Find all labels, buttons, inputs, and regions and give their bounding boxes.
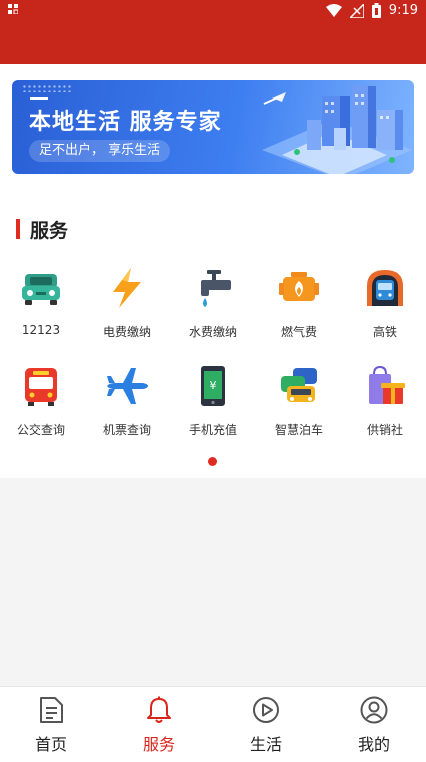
water-tap-icon bbox=[201, 270, 231, 307]
service-label: 智慧泊车 bbox=[274, 423, 323, 437]
shopping-gift-icon bbox=[369, 365, 405, 404]
section-title: 服务 bbox=[30, 219, 69, 242]
tab-label: 首页 bbox=[34, 735, 67, 754]
section-marker bbox=[16, 219, 20, 239]
tab-services[interactable]: 服务 bbox=[119, 695, 199, 755]
service-item-supply-coop[interactable]: 供销社 bbox=[342, 364, 426, 438]
airplane-icon bbox=[107, 368, 148, 404]
notification-icon bbox=[8, 4, 19, 17]
lightning-icon bbox=[113, 268, 141, 308]
status-bar: 9:19 bbox=[0, 0, 426, 64]
service-item-electricity[interactable]: 电费缴纳 bbox=[84, 266, 170, 340]
bell-icon bbox=[147, 696, 171, 723]
service-item-12123[interactable]: 12123 bbox=[0, 266, 84, 337]
tab-label: 生活 bbox=[249, 735, 282, 754]
train-icon bbox=[367, 270, 403, 306]
banner-accent-bar bbox=[30, 97, 48, 100]
gas-engine-icon bbox=[279, 272, 319, 301]
banner-subtitle: 足不出户， 享乐生活 bbox=[29, 140, 171, 162]
service-item-gas[interactable]: 燃气费 bbox=[256, 266, 342, 340]
service-item-smart-parking[interactable]: 智慧泊车 bbox=[256, 364, 342, 438]
service-item-bus[interactable]: 公交查询 bbox=[0, 364, 84, 438]
service-label: 燃气费 bbox=[280, 325, 317, 339]
service-label: 机票查询 bbox=[102, 423, 151, 437]
service-label: 高铁 bbox=[372, 325, 397, 339]
service-label: 供销社 bbox=[366, 423, 403, 437]
phone-recharge-icon: ¥ bbox=[201, 366, 225, 406]
document-icon bbox=[40, 697, 63, 723]
section-header: 服务 bbox=[16, 218, 69, 242]
wifi-icon bbox=[325, 4, 342, 17]
service-label: 手机充值 bbox=[188, 423, 237, 437]
banner-dots-decoration bbox=[22, 84, 72, 92]
tab-label: 我的 bbox=[357, 735, 390, 754]
tab-label: 服务 bbox=[142, 735, 175, 754]
bottom-tab-bar: 首页 服务 生活 我的 bbox=[0, 686, 426, 762]
play-circle-icon bbox=[253, 697, 279, 723]
service-panel: 本地生活 服务专家 足不出户， 享乐生活 服务 12123 电费缴纳 水费缴纳 … bbox=[0, 64, 426, 478]
service-label: 公交查询 bbox=[16, 423, 65, 437]
carousel-page-indicator[interactable] bbox=[208, 457, 217, 466]
battery-icon bbox=[371, 3, 381, 18]
service-item-phone-recharge[interactable]: ¥ 手机充值 bbox=[170, 364, 256, 438]
service-item-train[interactable]: 高铁 bbox=[342, 266, 426, 340]
status-time: 9:19 bbox=[388, 3, 418, 18]
tab-home[interactable]: 首页 bbox=[11, 695, 91, 755]
car-icon bbox=[22, 274, 60, 305]
service-item-water[interactable]: 水费缴纳 bbox=[170, 266, 256, 340]
service-label: 水费缴纳 bbox=[188, 325, 237, 339]
signal-icon bbox=[349, 3, 364, 18]
banner-title: 本地生活 服务专家 bbox=[29, 110, 222, 135]
service-label: 12123 bbox=[21, 323, 61, 337]
tab-profile[interactable]: 我的 bbox=[334, 695, 414, 755]
parking-cars-icon bbox=[281, 368, 317, 402]
service-item-flight[interactable]: 机票查询 bbox=[84, 364, 170, 438]
tab-life[interactable]: 生活 bbox=[226, 695, 306, 755]
svg-text:¥: ¥ bbox=[210, 379, 217, 392]
promo-banner[interactable]: 本地生活 服务专家 足不出户， 享乐生活 bbox=[12, 80, 414, 174]
bus-icon bbox=[25, 368, 57, 406]
city-illustration-icon bbox=[262, 86, 412, 174]
user-icon bbox=[360, 696, 388, 724]
service-label: 电费缴纳 bbox=[102, 325, 151, 339]
